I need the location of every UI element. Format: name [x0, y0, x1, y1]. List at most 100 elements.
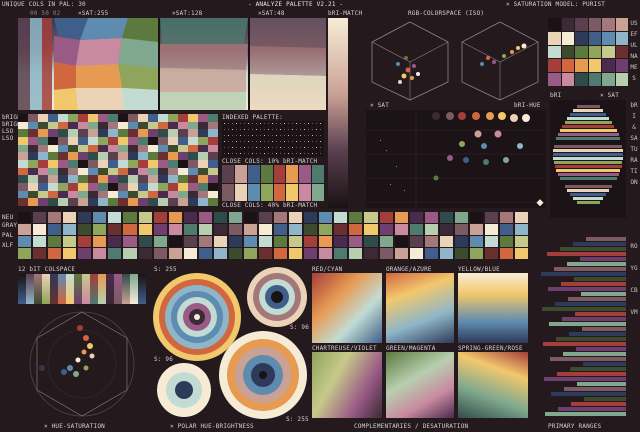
indexed-dot — [276, 153, 277, 154]
indexed-dot — [228, 123, 229, 124]
stripe-cell — [128, 182, 138, 191]
ramp-cell — [469, 212, 483, 223]
stripe-cell — [148, 152, 158, 160]
primary-range-bar — [555, 302, 626, 306]
indexed-dot — [296, 129, 297, 130]
indexed-dot — [312, 141, 313, 142]
close-color-swatch — [299, 165, 312, 183]
palette-swatch — [561, 59, 574, 73]
indexed-palette-label: INDEXED PALETTE: — [222, 114, 283, 121]
primary-range-bar — [570, 367, 626, 371]
stripe-cell — [48, 167, 58, 176]
bri-label: bRI — [550, 92, 562, 99]
ramp-cell — [259, 248, 273, 259]
ramp-cell — [183, 212, 197, 223]
stripe-cell — [178, 175, 188, 183]
ramp-cell — [304, 248, 318, 259]
bri-sat-bar — [577, 105, 600, 108]
stripe-cell — [48, 136, 58, 145]
indexed-dot — [240, 141, 241, 142]
stripe-cell — [88, 175, 98, 183]
indexed-dot — [256, 123, 257, 124]
12bit-cell — [26, 274, 34, 304]
ramp-cell — [183, 248, 197, 259]
stripe-cell — [38, 136, 48, 145]
stripe-cell — [178, 129, 188, 137]
comp-green-magenta — [386, 352, 454, 418]
ramp-cell — [198, 212, 212, 223]
primary-range-bar — [556, 337, 626, 341]
ramp-cell — [515, 248, 528, 259]
stripe-cell — [118, 121, 128, 130]
indexed-dot — [224, 123, 225, 124]
stripe-cell — [168, 190, 178, 199]
indexed-dot — [260, 141, 261, 142]
hue-saturation-wheel — [22, 308, 142, 420]
bri-sat-bar — [556, 169, 620, 172]
stripe-cell — [48, 175, 58, 183]
stripe-cell — [88, 121, 98, 130]
bri-sat-bar — [573, 109, 603, 112]
indexed-dot — [320, 135, 321, 136]
indexed-dot — [264, 123, 265, 124]
indexed-dot — [272, 153, 273, 154]
bri-sat-bar — [554, 145, 622, 148]
stripe-cell — [38, 198, 48, 206]
ramp-cell — [484, 224, 498, 235]
bri-sat-bar — [567, 189, 609, 192]
primary-ranges — [540, 236, 626, 418]
stripe-cell — [118, 175, 128, 183]
ramp-cell — [33, 236, 47, 247]
stripe-cell — [98, 121, 108, 130]
indexed-dot — [300, 123, 301, 124]
stripe-cell — [128, 198, 138, 206]
indexed-dot — [320, 147, 321, 148]
stripe-cell — [98, 198, 108, 206]
bri-sat-bar — [558, 133, 619, 136]
stripe-cell — [148, 159, 158, 168]
palette-swatch — [575, 73, 588, 86]
ramp-cell — [228, 224, 242, 235]
stripe-cell — [48, 121, 58, 130]
palette-swatch — [561, 45, 574, 59]
primary-range-bar — [560, 247, 626, 251]
primary-range-bar — [557, 372, 626, 376]
bri-sat-bar — [553, 149, 623, 152]
stripe-cell — [18, 152, 28, 160]
brightness-stripe-row — [18, 190, 218, 199]
stripe-cell — [48, 144, 58, 153]
stripe-cell — [128, 144, 138, 153]
indexed-dot — [288, 129, 289, 130]
12bit-cell — [138, 274, 146, 304]
indexed-dot — [308, 147, 309, 148]
stripe-cell — [78, 152, 88, 160]
stripe-cell — [108, 152, 118, 160]
stripe-cell — [178, 159, 188, 168]
stripe-cell — [98, 136, 108, 145]
ramp-cell — [48, 212, 62, 223]
stripe-cell — [208, 114, 218, 122]
stripe-cell — [148, 129, 158, 137]
sat-scatter-panel — [366, 110, 546, 208]
indexed-dot — [236, 147, 237, 148]
stripe-cell — [88, 144, 98, 153]
ramp-cell — [500, 236, 514, 247]
stripe-cell — [108, 159, 118, 168]
stripe-cell — [158, 175, 168, 183]
primary-range-bar — [584, 397, 626, 401]
indexed-dot — [316, 153, 317, 154]
primary-range-bar — [586, 237, 626, 241]
comp-spring-rose — [458, 352, 528, 418]
brightness-stripes — [18, 114, 218, 206]
indexed-dot — [244, 141, 245, 142]
ramp-cell — [93, 236, 107, 247]
useful-names-vertical: USEFUL NAMES — [630, 20, 638, 82]
bri-sat-bar — [570, 193, 606, 196]
stripe-cell — [198, 121, 208, 130]
palette-swatch — [615, 18, 628, 31]
stripe-cell — [68, 182, 78, 191]
indexed-dot — [292, 141, 293, 142]
stripe-cell — [188, 198, 198, 206]
primary-range-bar — [576, 347, 626, 351]
indexed-dot — [256, 153, 257, 154]
